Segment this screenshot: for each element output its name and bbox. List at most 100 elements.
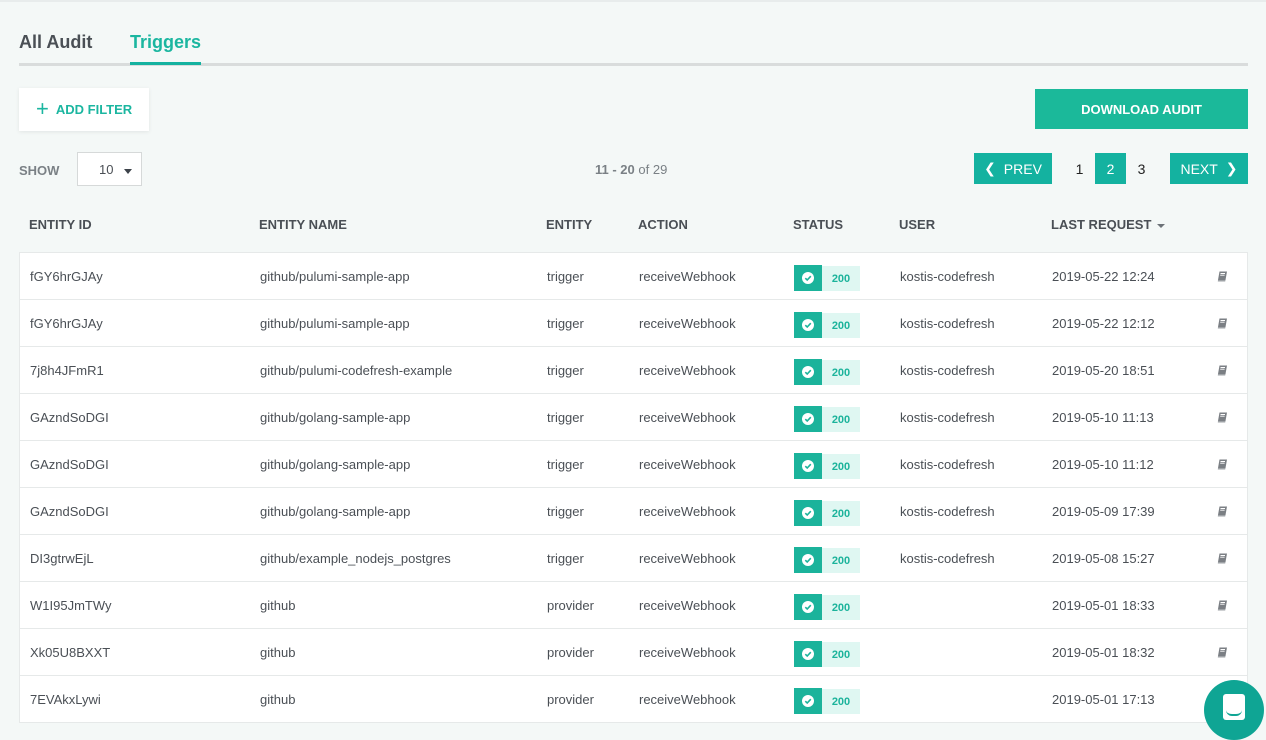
tab-all-audit[interactable]: All Audit bbox=[19, 32, 92, 62]
prev-label: PREV bbox=[1003, 160, 1042, 177]
table-row[interactable]: 7EVAkxLywi github provider receiveWebhook 20… bbox=[20, 676, 1247, 723]
book-icon[interactable] bbox=[1217, 552, 1228, 567]
status-badge: 200 bbox=[794, 406, 860, 432]
download-audit-button[interactable]: DOWNLOAD AUDIT bbox=[1035, 89, 1248, 129]
check-circle-icon bbox=[794, 500, 822, 526]
last-request: 2019-05-01 17:13 bbox=[1052, 692, 1155, 707]
next-label: NEXT bbox=[1180, 160, 1218, 177]
entity-type: trigger bbox=[547, 316, 584, 331]
table-row[interactable]: 7j8h4JFmR1 github/pulumi-codefresh-exampl… bbox=[20, 347, 1247, 394]
entity-type: provider bbox=[547, 598, 594, 613]
status-badge: 200 bbox=[794, 312, 860, 338]
table-row[interactable]: GAzndSoDGI github/golang-sample-app trigge… bbox=[20, 394, 1247, 441]
book-icon[interactable] bbox=[1217, 317, 1228, 332]
entity-id: Xk05U8BXXT bbox=[30, 645, 111, 660]
page-3[interactable]: 3 bbox=[1126, 153, 1157, 184]
book-icon[interactable] bbox=[1217, 458, 1228, 473]
book-icon[interactable] bbox=[1217, 270, 1228, 285]
last-request: 2019-05-22 12:24 bbox=[1052, 269, 1155, 284]
table-row[interactable]: fGY6hrGJAy github/pulumi-sample-app trigge… bbox=[20, 253, 1247, 300]
check-circle-icon bbox=[794, 547, 822, 573]
entity-id: GAzndSoDGI bbox=[30, 410, 109, 425]
col-entity-name[interactable]: ENTITY NAME bbox=[259, 217, 347, 232]
user: kostis-codefresh bbox=[900, 457, 995, 472]
table-row[interactable]: GAzndSoDGI github/golang-sample-app trigge… bbox=[20, 488, 1247, 535]
check-circle-icon bbox=[794, 359, 822, 385]
last-request: 2019-05-20 18:51 bbox=[1052, 363, 1155, 378]
book-icon[interactable] bbox=[1217, 364, 1228, 379]
check-circle-icon bbox=[794, 265, 822, 291]
add-filter-label: ADD FILTER bbox=[55, 102, 133, 117]
entity-type: trigger bbox=[547, 363, 584, 378]
add-filter-button[interactable]: + ADD FILTER bbox=[19, 88, 149, 131]
user: kostis-codefresh bbox=[900, 504, 995, 519]
last-request: 2019-05-01 18:32 bbox=[1052, 645, 1155, 660]
user: kostis-codefresh bbox=[900, 410, 995, 425]
entity-type: trigger bbox=[547, 551, 584, 566]
check-circle-icon bbox=[794, 688, 822, 714]
entity-id: DI3gtrwEjL bbox=[30, 551, 94, 566]
entity-type: trigger bbox=[547, 504, 584, 519]
action: receiveWebhook bbox=[639, 598, 736, 613]
col-action[interactable]: ACTION bbox=[638, 217, 688, 232]
col-last-request-label: LAST REQUEST bbox=[1051, 217, 1152, 232]
col-status[interactable]: STATUS bbox=[793, 217, 843, 232]
entity-id: GAzndSoDGI bbox=[30, 504, 109, 519]
book-icon[interactable] bbox=[1217, 599, 1228, 614]
entity-name: github/pulumi-sample-app bbox=[260, 269, 410, 284]
next-page-button[interactable]: NEXT ❯ bbox=[1170, 153, 1248, 184]
table-row[interactable]: fGY6hrGJAy github/pulumi-sample-app trigge… bbox=[20, 300, 1247, 347]
chat-widget-button[interactable] bbox=[1204, 680, 1264, 740]
status-code: 200 bbox=[822, 266, 860, 291]
col-last-request[interactable]: LAST REQUEST bbox=[1051, 217, 1166, 232]
book-icon[interactable] bbox=[1217, 411, 1228, 426]
check-circle-icon bbox=[794, 312, 822, 338]
table-row[interactable]: Xk05U8BXXT github provider receiveWebhook 20… bbox=[20, 629, 1247, 676]
chat-icon bbox=[1223, 694, 1245, 720]
book-icon[interactable] bbox=[1217, 646, 1228, 661]
table-header: ENTITY ID ENTITY NAME ENTITY ACTION STAT… bbox=[19, 206, 1248, 252]
entity-id: fGY6hrGJAy bbox=[30, 316, 103, 331]
entity-name: github bbox=[260, 598, 296, 613]
entity-id: 7EVAkxLywi bbox=[30, 692, 101, 707]
status-code: 200 bbox=[822, 407, 860, 432]
action: receiveWebhook bbox=[639, 410, 736, 425]
action: receiveWebhook bbox=[639, 316, 736, 331]
status-code: 200 bbox=[822, 454, 860, 479]
col-entity[interactable]: ENTITY bbox=[546, 217, 592, 232]
user: kostis-codefresh bbox=[900, 363, 995, 378]
tab-triggers[interactable]: Triggers bbox=[130, 32, 202, 65]
status-badge: 200 bbox=[794, 688, 860, 714]
caret-down-icon bbox=[124, 169, 132, 174]
entity-name: github/golang-sample-app bbox=[260, 410, 411, 425]
status-badge: 200 bbox=[794, 453, 860, 479]
page-size-select[interactable]: 10 bbox=[77, 152, 142, 186]
table-row[interactable]: DI3gtrwEjL github/example_nodejs_postgres… bbox=[20, 535, 1247, 582]
check-circle-icon bbox=[794, 406, 822, 432]
table-row[interactable]: W1I95JmTWy github provider receiveWebhook 20… bbox=[20, 582, 1247, 629]
range-total: of 29 bbox=[638, 162, 668, 177]
status-code: 200 bbox=[822, 360, 860, 385]
status-code: 200 bbox=[822, 642, 860, 667]
entity-id: W1I95JmTWy bbox=[30, 598, 112, 613]
entity-type: trigger bbox=[547, 269, 584, 284]
book-icon[interactable] bbox=[1217, 505, 1228, 520]
entity-type: provider bbox=[547, 645, 594, 660]
entity-name: github/pulumi-codefresh-example bbox=[260, 363, 453, 378]
action: receiveWebhook bbox=[639, 504, 736, 519]
table-row[interactable]: GAzndSoDGI github/golang-sample-app trigge… bbox=[20, 441, 1247, 488]
col-user[interactable]: USER bbox=[899, 217, 935, 232]
page-2[interactable]: 2 bbox=[1095, 153, 1126, 184]
action: receiveWebhook bbox=[639, 551, 736, 566]
prev-page-button[interactable]: ❮ PREV bbox=[974, 153, 1052, 184]
top-divider bbox=[0, 0, 1266, 2]
last-request: 2019-05-10 11:13 bbox=[1052, 410, 1154, 425]
entity-id: GAzndSoDGI bbox=[30, 457, 109, 472]
col-entity-id[interactable]: ENTITY ID bbox=[29, 217, 92, 232]
status-code: 200 bbox=[822, 595, 860, 620]
last-request: 2019-05-08 15:27 bbox=[1052, 551, 1155, 566]
page-1[interactable]: 1 bbox=[1064, 153, 1095, 184]
entity-name: github/golang-sample-app bbox=[260, 457, 411, 472]
entity-name: github bbox=[260, 645, 296, 660]
last-request: 2019-05-22 12:12 bbox=[1052, 316, 1155, 331]
